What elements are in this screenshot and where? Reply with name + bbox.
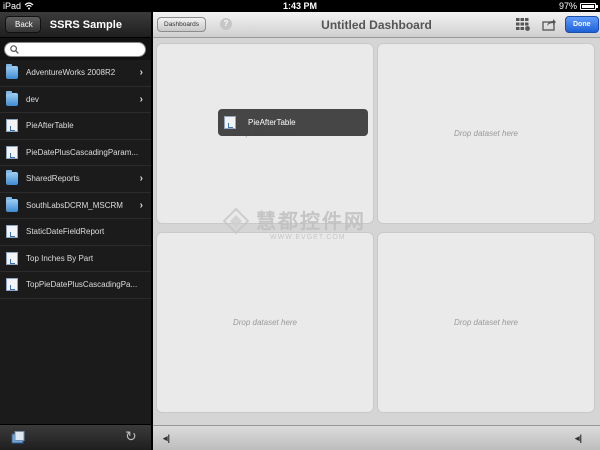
- drop-zone-bottom-left[interactable]: Drop dataset here: [156, 232, 374, 413]
- list-item-label: PieDatePlusCascadingParam...: [26, 147, 139, 157]
- list-item[interactable]: Top Inches By Part: [0, 246, 151, 272]
- list-item-label: StaticDateFieldReport: [26, 227, 105, 237]
- list-item[interactable]: StaticDateFieldReport: [0, 219, 151, 246]
- back-button[interactable]: Back: [5, 16, 41, 33]
- list-item[interactable]: PieDatePlusCascadingParam...: [0, 140, 151, 166]
- battery-percent: 97%: [558, 1, 577, 11]
- watermark-logo-icon: [222, 207, 250, 235]
- drop-zone-top-right[interactable]: Drop dataset here: [377, 43, 595, 224]
- report-icon: [224, 116, 236, 129]
- share-icon[interactable]: [542, 17, 556, 31]
- refresh-icon[interactable]: ↻: [125, 428, 137, 445]
- list-item-label: SharedReports: [26, 174, 80, 184]
- folder-icon: [6, 90, 18, 106]
- list-item[interactable]: PieAfterTable: [0, 113, 151, 140]
- dashboard-header: Dashboards ? Untitled Dashboard Done: [153, 12, 600, 38]
- list-item-label: PieAfterTable: [26, 121, 74, 131]
- watermark-text: 慧都控件网: [256, 211, 366, 233]
- drop-zone-label: Drop dataset here: [232, 318, 298, 327]
- chevron-right-icon: ›: [139, 67, 143, 79]
- search-icon: [10, 45, 19, 54]
- report-icon: [6, 278, 18, 292]
- list-item[interactable]: TopPieDatePlusCascadingPa...: [0, 272, 151, 299]
- layout-grid-icon[interactable]: [516, 18, 530, 31]
- folder-icon: [6, 64, 18, 80]
- sidebar-footer: ↻: [0, 424, 151, 450]
- dragged-report-item[interactable]: PieAfterTable: [218, 109, 368, 136]
- report-list: AdventureWorks 2008R2 › dev › PieAfterTabl…: [0, 60, 151, 299]
- watermark: 慧都控件网 WWW.EVGET.COM: [222, 205, 392, 247]
- report-icon: [6, 119, 18, 133]
- watermark-url: WWW.EVGET.COM: [270, 234, 346, 241]
- folder-icon: [6, 196, 18, 212]
- sidebar-title: SSRS Sample: [49, 18, 122, 31]
- list-item[interactable]: dev ›: [0, 87, 151, 113]
- folder-icon: [6, 170, 18, 186]
- list-item-label: Top Inches By Part: [26, 253, 94, 263]
- collapse-right-icon[interactable]: ◂|: [575, 433, 582, 444]
- collapse-left-icon[interactable]: ◂|: [163, 433, 170, 444]
- sidebar-header: Back SSRS Sample: [0, 12, 151, 38]
- drop-zone-label: Drop dataset here: [453, 318, 519, 327]
- chevron-right-icon: ›: [139, 199, 143, 211]
- search-input[interactable]: [19, 45, 139, 54]
- list-item[interactable]: SharedReports ›: [0, 166, 151, 193]
- drop-zone-label: Drop dataset here: [453, 129, 519, 138]
- list-item[interactable]: SouthLabsDCRM_MSCRM ›: [0, 193, 151, 219]
- search-field[interactable]: [4, 42, 146, 57]
- chevron-right-icon: ›: [139, 173, 143, 185]
- status-time: 1:43 PM: [282, 1, 317, 11]
- list-item[interactable]: AdventureWorks 2008R2 ›: [0, 60, 151, 87]
- sidebar: Back SSRS Sample AdventureWorks 2008R2 › …: [0, 12, 151, 450]
- drop-zone-bottom-right[interactable]: Drop dataset here: [377, 232, 595, 413]
- list-item-label: dev: [26, 94, 39, 104]
- list-item-label: SouthLabsDCRM_MSCRM: [26, 200, 123, 210]
- list-item-label: AdventureWorks 2008R2: [26, 68, 116, 78]
- search-bar: [0, 38, 151, 60]
- report-icon: [6, 225, 18, 239]
- dragged-item-label: PieAfterTable: [248, 118, 296, 127]
- done-button[interactable]: Done: [565, 16, 599, 33]
- list-item-label: TopPieDatePlusCascadingPa...: [26, 280, 138, 290]
- new-report-icon[interactable]: [11, 431, 25, 444]
- battery-icon: [580, 2, 598, 10]
- report-icon: [6, 251, 18, 265]
- chevron-right-icon: ›: [139, 93, 143, 105]
- report-icon: [6, 145, 18, 159]
- status-bar: iPad 1:43 PM 97%: [0, 0, 600, 12]
- dashboard-footer: ◂| ◂|: [153, 425, 600, 450]
- page-title: Untitled Dashboard: [321, 18, 432, 32]
